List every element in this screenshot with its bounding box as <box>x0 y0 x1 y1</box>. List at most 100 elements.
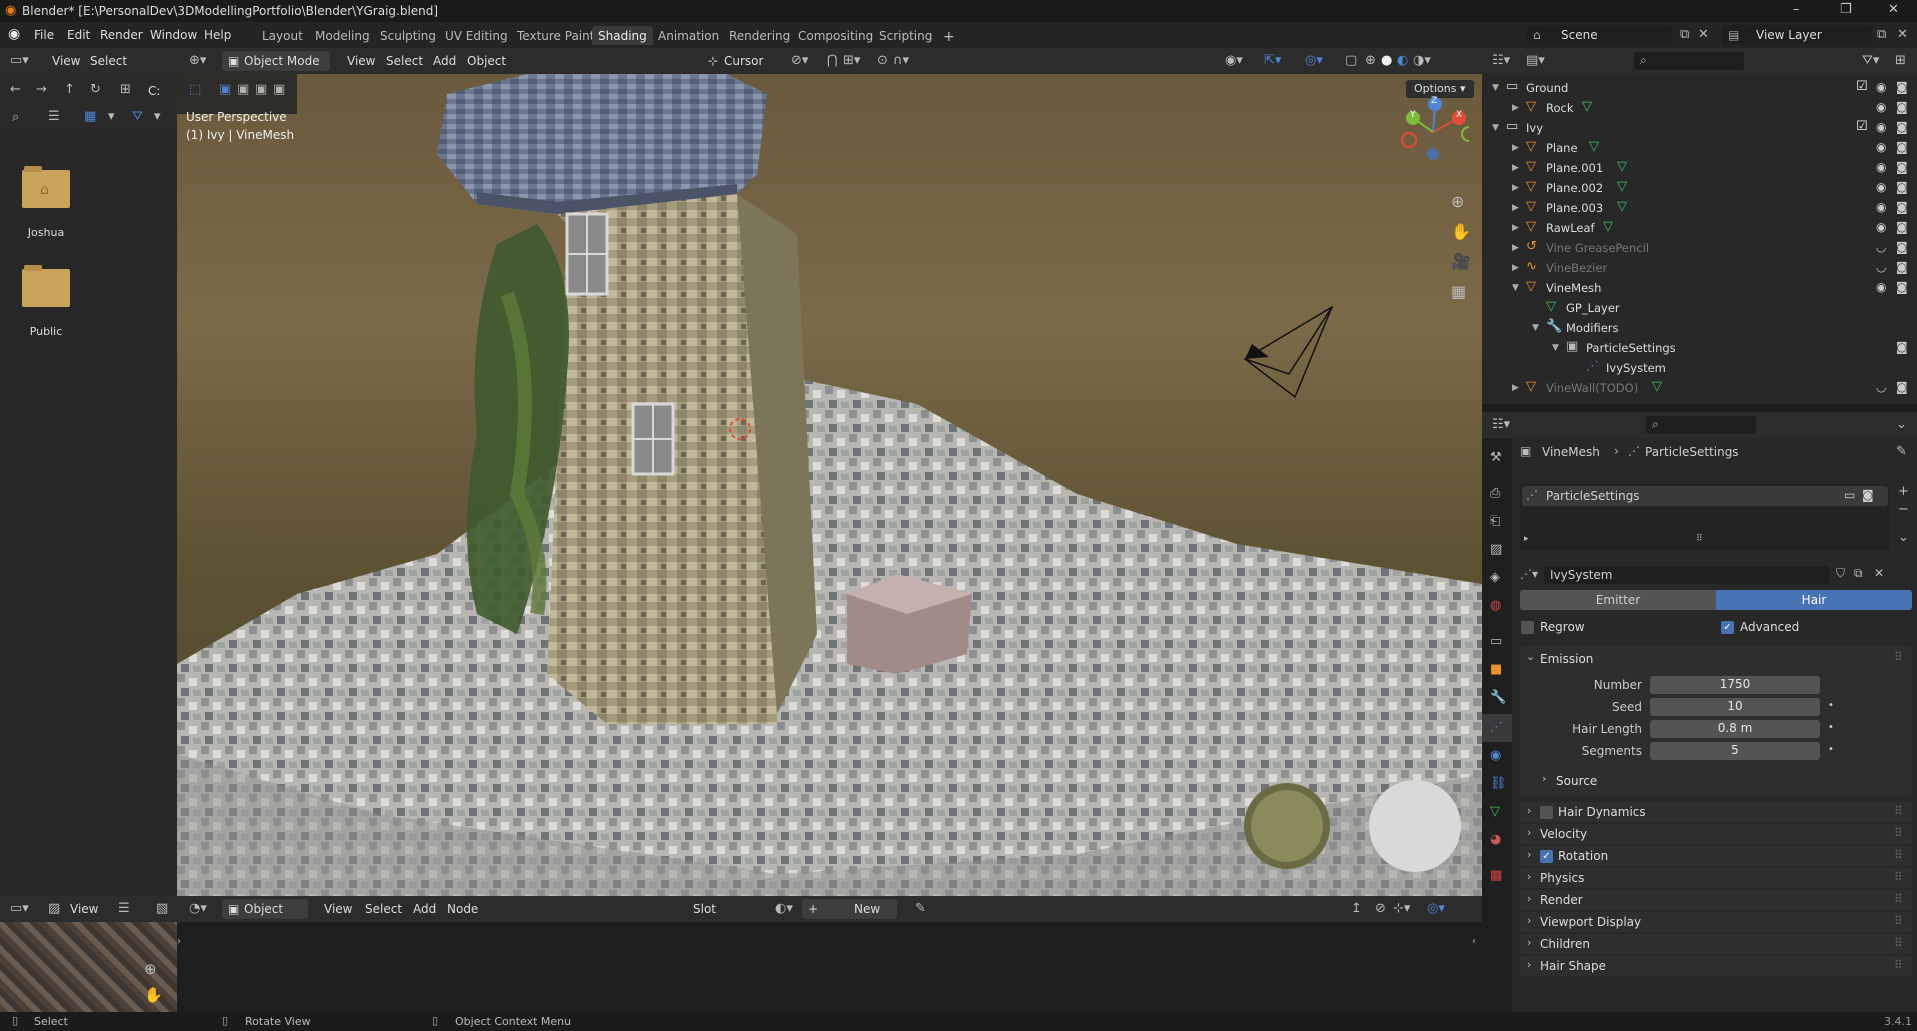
new-collection-icon[interactable]: ⊞ <box>1895 53 1906 68</box>
new-scene-icon[interactable]: ⧉ <box>1680 27 1689 42</box>
mesh-data-icon[interactable]: ▽ <box>1652 379 1662 394</box>
render-tab-icon[interactable]: ⎙ <box>1490 486 1500 501</box>
menu-edit[interactable]: Edit <box>67 28 90 42</box>
particles-tab[interactable]: ⋰ <box>1482 714 1512 742</box>
tab-rendering[interactable]: Rendering <box>723 26 796 45</box>
expand-right-icon[interactable]: ▶ <box>1512 143 1519 153</box>
panel-render[interactable]: › Render ⠿ <box>1520 890 1912 910</box>
rotation-checkbox[interactable]: ✓ <box>1540 850 1553 863</box>
properties-search-input[interactable]: ⌕ <box>1646 416 1756 434</box>
image-icon[interactable]: ▧ <box>156 901 168 916</box>
camera-icon[interactable]: ◙ <box>1862 488 1874 502</box>
gizmo-toggle-icon[interactable]: ⇱▾ <box>1264 53 1281 68</box>
scene-selector[interactable]: ⌂ Scene <box>1527 25 1672 45</box>
render-camera-icon[interactable]: ◙ <box>1896 380 1908 394</box>
drag-handle-icon[interactable]: ⠿ <box>1894 650 1903 664</box>
remove-scene-icon[interactable]: ✕ <box>1698 27 1709 42</box>
eye-icon[interactable]: ◉ <box>1876 220 1886 234</box>
render-camera-icon[interactable]: ◙ <box>1896 120 1908 134</box>
ortho-grid-icon[interactable]: ▦ <box>1451 282 1466 301</box>
panel-children[interactable]: › Children ⠿ <box>1520 934 1912 954</box>
blender-menu-icon[interactable]: ◉ <box>8 26 20 42</box>
outliner-search-input[interactable]: ⌕ <box>1634 52 1744 70</box>
outliner-row[interactable]: ⋰ IvySystem <box>1482 358 1917 378</box>
physics-tab-icon[interactable]: ◉ <box>1490 748 1501 763</box>
expand-down-icon[interactable]: ▼ <box>1512 283 1519 293</box>
render-camera-icon[interactable]: ◙ <box>1896 260 1908 274</box>
remove-view-layer-icon[interactable]: ✕ <box>1897 27 1908 42</box>
drag-handle-icon[interactable]: ⠿ <box>1894 804 1903 818</box>
render-camera-icon[interactable]: ◙ <box>1896 160 1908 174</box>
regrow-checkbox[interactable] <box>1521 621 1534 634</box>
render-camera-icon[interactable]: ◙ <box>1896 280 1908 294</box>
forward-arrow-icon[interactable]: → <box>36 82 47 97</box>
expand-right-icon[interactable]: ▶ <box>1512 203 1519 213</box>
eye-icon[interactable]: ◉ <box>1876 120 1886 134</box>
render-camera-icon[interactable]: ◙ <box>1896 100 1908 114</box>
view-layer-selector[interactable]: ▤ View Layer <box>1722 25 1872 45</box>
panel-physics[interactable]: › Physics ⠿ <box>1520 868 1912 888</box>
drag-handle-icon[interactable]: ⠿ <box>1894 870 1903 884</box>
outliner-row[interactable]: ▼ ▭ Ivy ☑ ◉ ◙ <box>1482 118 1917 138</box>
eye-closed-icon[interactable]: ◡ <box>1876 380 1886 394</box>
panel-hair-shape[interactable]: › Hair Shape ⠿ <box>1520 956 1912 976</box>
node-menu-node[interactable]: Node <box>447 902 478 916</box>
editor-type-icon[interactable]: ☷▾ <box>1492 53 1510 68</box>
image-preview[interactable]: ⊕ ✋ <box>0 922 177 1012</box>
snap-icon[interactable]: ⊘ <box>1375 901 1386 916</box>
snap-options-icon[interactable]: ⊹▾ <box>1393 901 1410 916</box>
unlink-icon[interactable]: ✕ <box>1874 566 1884 580</box>
drag-handle-icon[interactable]: ⠿ <box>1894 892 1903 906</box>
scene-tab-icon[interactable]: ◈ <box>1490 570 1500 585</box>
segments-field[interactable]: 5 <box>1650 742 1820 760</box>
view-layer-tab-icon[interactable]: ▨ <box>1490 542 1502 557</box>
wireframe-shading-icon[interactable]: ⊕ <box>1365 53 1376 68</box>
eye-icon[interactable]: ◉ <box>1876 280 1886 294</box>
panel-rotation[interactable]: › ✓ Rotation ⠿ <box>1520 846 1912 866</box>
eye-closed-icon[interactable]: ◡ <box>1876 240 1886 254</box>
expand-right-icon[interactable]: ▶ <box>1512 103 1519 113</box>
tab-sculpting[interactable]: Sculpting <box>374 26 442 45</box>
pivot-dropdown[interactable]: ⊹ Cursor <box>702 51 782 71</box>
expand-right-icon[interactable]: ▶ <box>1512 223 1519 233</box>
editor-type-icon[interactable]: ⊕▾ <box>189 53 206 68</box>
tab-uv-editing[interactable]: UV Editing <box>439 26 514 45</box>
outliner-row[interactable]: ▼ ▣ ParticleSettings ◙ <box>1482 338 1917 358</box>
outliner-row[interactable]: ▶ ▽ Plane.002 ◉ ◙ ▽ <box>1482 178 1917 198</box>
drag-handle-icon[interactable]: ⠿ <box>1894 826 1903 840</box>
source-subpanel[interactable]: Source <box>1556 774 1597 788</box>
hair-length-field[interactable]: 0.8 m <box>1650 720 1820 738</box>
menu-render[interactable]: Render <box>100 28 143 42</box>
list-view-icon[interactable]: ☰ <box>48 109 60 124</box>
select-mode-new-icon[interactable]: ▣ <box>219 82 231 97</box>
node-menu-add[interactable]: Add <box>413 902 436 916</box>
add-slot-icon[interactable]: + <box>1898 484 1909 499</box>
material-preview-icon[interactable]: ◐ <box>1397 53 1408 68</box>
panel-hair-dynamics[interactable]: › Hair Dynamics ⠿ <box>1520 802 1912 822</box>
pan-hand-icon[interactable]: ✋ <box>1451 222 1471 241</box>
resize-handle-icon[interactable]: ⠿ <box>1696 534 1703 544</box>
mesh-data-icon[interactable]: ▽ <box>1617 159 1627 174</box>
editor-type-icon[interactable]: ▭▾ <box>10 53 29 68</box>
hair-type-button[interactable]: Hair <box>1716 590 1912 610</box>
output-tab-icon[interactable]: ⎗ <box>1490 514 1500 529</box>
file-menu-view[interactable]: View <box>52 54 80 68</box>
mesh-data-icon[interactable]: ▽ <box>1589 139 1599 154</box>
new-material-button[interactable]: + New <box>802 899 897 919</box>
menu-file[interactable]: File <box>34 28 54 42</box>
drag-handle-icon[interactable]: ⠿ <box>1894 958 1903 972</box>
refresh-icon[interactable]: ↻ <box>90 82 101 97</box>
system-name-field[interactable]: IvySystem <box>1544 566 1830 584</box>
render-camera-icon[interactable]: ◙ <box>1896 80 1908 94</box>
snap-increment-icon[interactable]: ⊞▾ <box>843 53 860 68</box>
object-mode-dropdown[interactable]: ▣ Object Mode <box>222 51 330 71</box>
back-arrow-icon[interactable]: ← <box>10 82 21 97</box>
browse-particles-icon[interactable]: ⋰▾ <box>1520 567 1538 581</box>
render-camera-icon[interactable]: ◙ <box>1896 140 1908 154</box>
outliner-row[interactable]: ▽ GP_Layer <box>1482 298 1917 318</box>
editor-type-icon[interactable]: ◔▾ <box>189 901 207 916</box>
tab-shading[interactable]: Shading <box>592 26 653 45</box>
magnet-icon[interactable]: ⋂ <box>827 53 838 68</box>
tab-texture-paint[interactable]: Texture Paint <box>511 26 600 45</box>
parent-node-icon[interactable]: ↥ <box>1351 901 1362 916</box>
